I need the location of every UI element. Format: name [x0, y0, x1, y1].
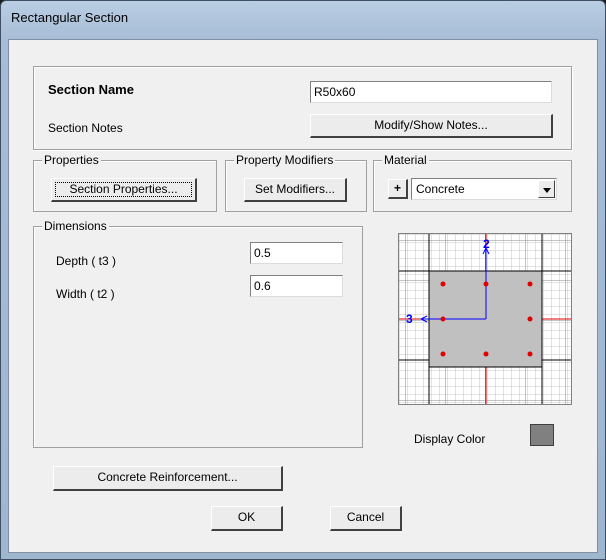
set-modifiers-button-label: Set Modifiers...: [254, 182, 336, 196]
depth-input[interactable]: 0.5: [250, 242, 343, 264]
axis-3-label: 3: [406, 312, 413, 326]
cancel-button[interactable]: Cancel: [330, 506, 402, 531]
section-name-input[interactable]: R50x60: [310, 81, 552, 103]
display-color-label: Display Color: [414, 432, 486, 446]
focus-rectangle: [55, 182, 192, 197]
ok-button[interactable]: OK: [211, 506, 283, 531]
property-modifiers-group: Property Modifiers Set Modifiers...: [225, 153, 367, 212]
axis-2-label: 2: [483, 237, 490, 251]
material-select-value: Concrete: [416, 182, 465, 196]
title-bar[interactable]: Rectangular Section: [1, 1, 605, 39]
section-notes-label: Section Notes: [48, 121, 123, 135]
display-color-swatch[interactable]: [530, 424, 554, 446]
property-modifiers-legend: Property Modifiers: [234, 153, 336, 167]
set-modifiers-button[interactable]: Set Modifiers...: [244, 178, 347, 202]
add-material-button[interactable]: +: [388, 179, 408, 199]
window-title: Rectangular Section: [11, 10, 129, 25]
modify-notes-button-label: Modify/Show Notes...: [374, 118, 488, 132]
concrete-reinforcement-button[interactable]: Concrete Reinforcement...: [53, 466, 283, 491]
section-properties-button[interactable]: Section Properties...: [51, 178, 197, 202]
properties-group: Properties Section Properties...: [33, 153, 217, 212]
section-name-panel: Section Name R50x60 Section Notes Modify…: [33, 66, 572, 150]
width-input[interactable]: 0.6: [250, 275, 343, 297]
plus-icon: +: [393, 181, 401, 195]
dialog-client-area: Section Name R50x60 Section Notes Modify…: [8, 39, 598, 553]
material-legend: Material: [382, 153, 429, 167]
depth-label: Depth ( t3 ): [56, 254, 117, 268]
properties-legend: Properties: [42, 153, 101, 167]
dimensions-group: Dimensions Depth ( t3 ) 0.5 Width ( t2 )…: [33, 219, 363, 448]
ok-button-label: OK: [237, 510, 256, 524]
chevron-down-icon[interactable]: [538, 180, 555, 198]
dimensions-legend: Dimensions: [42, 219, 109, 233]
modify-notes-button[interactable]: Modify/Show Notes...: [310, 114, 553, 138]
section-preview: 2 3: [398, 233, 572, 405]
concrete-reinforcement-button-label: Concrete Reinforcement...: [97, 470, 238, 484]
width-label: Width ( t2 ): [56, 287, 115, 301]
cancel-button-label: Cancel: [346, 510, 385, 524]
section-name-label: Section Name: [48, 82, 134, 97]
material-group: Material + Concrete: [373, 153, 572, 212]
dialog-window: Rectangular Section Section Name R50x60 …: [0, 0, 606, 560]
section-preview-graphic: 2 3: [399, 234, 571, 404]
material-select[interactable]: Concrete: [411, 178, 557, 200]
